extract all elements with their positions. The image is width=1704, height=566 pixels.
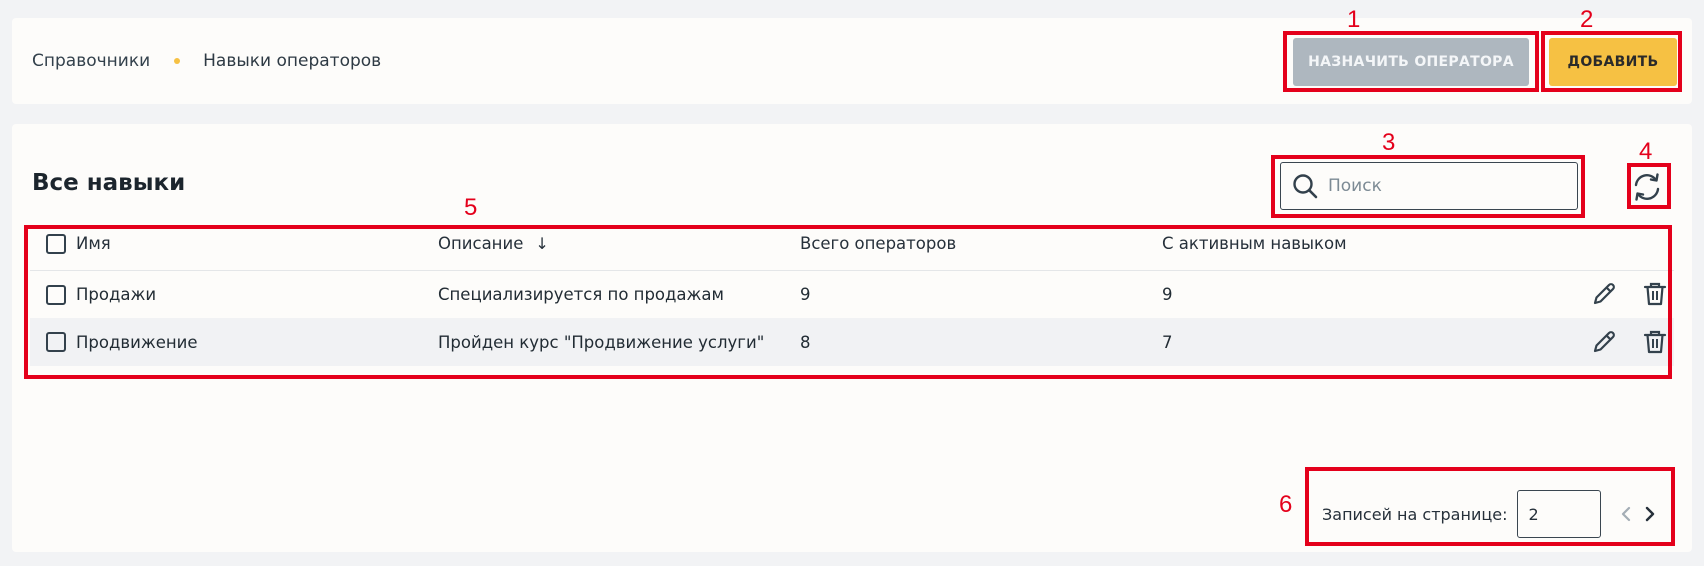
page-title: Все навыки: [32, 170, 186, 196]
cell-description: Специализируется по продажам: [438, 284, 724, 304]
header-card: Справочники Навыки операторов НАЗНАЧИТЬ …: [12, 18, 1692, 104]
add-button[interactable]: ДОБАВИТЬ: [1549, 38, 1677, 86]
cell-name: Продажи: [76, 284, 157, 304]
breadcrumb: Справочники Навыки операторов: [32, 18, 381, 104]
page-size-label: Записей на странице:: [1322, 504, 1508, 524]
column-header-active-skill[interactable]: С активным навыком: [1162, 218, 1524, 270]
cell-total-operators: 8: [800, 332, 811, 352]
column-header-name[interactable]: Имя: [76, 218, 438, 270]
annotation-number-3: 3: [1382, 129, 1396, 156]
delete-trash-icon[interactable]: [1642, 281, 1668, 307]
search-field[interactable]: [1280, 162, 1578, 210]
pagination: Записей на странице: 2: [1322, 488, 1657, 540]
cell-name: Продвижение: [76, 332, 198, 352]
table-row[interactable]: Продажи Специализируется по продажам 9 9: [30, 270, 1674, 318]
page-size-input[interactable]: 2: [1517, 490, 1602, 538]
cell-total-operators: 9: [800, 284, 811, 304]
refresh-icon[interactable]: [1630, 170, 1664, 204]
annotation-number-5: 5: [464, 194, 478, 221]
search-icon: [1293, 174, 1318, 199]
edit-pencil-icon[interactable]: [1591, 329, 1617, 355]
table-row[interactable]: Продвижение Пройден курс "Продвижение ус…: [30, 318, 1674, 366]
delete-trash-icon[interactable]: [1642, 329, 1668, 355]
table-header-row: Имя Описание ↓ Всего операторов С активны…: [30, 218, 1674, 270]
breadcrumb-current: Навыки операторов: [203, 51, 382, 71]
breadcrumb-separator-dot: [174, 58, 181, 64]
cell-description: Пройден курс "Продвижение услуги": [438, 332, 765, 352]
edit-pencil-icon[interactable]: [1591, 281, 1617, 307]
annotation-number-4: 4: [1639, 138, 1653, 165]
column-header-description-label: Описание: [438, 234, 524, 254]
search-input[interactable]: [1328, 176, 1558, 196]
cell-active-skill: 7: [1162, 332, 1173, 352]
cell-active-skill: 9: [1162, 284, 1173, 304]
assign-operator-button[interactable]: НАЗНАЧИТЬ ОПЕРАТОРА: [1293, 38, 1529, 86]
column-header-description[interactable]: Описание ↓: [438, 218, 800, 270]
select-all-checkbox[interactable]: [46, 234, 66, 254]
breadcrumb-root[interactable]: Справочники: [32, 51, 150, 71]
skills-table: Имя Описание ↓ Всего операторов С активны…: [30, 218, 1674, 366]
annotation-number-1: 1: [1347, 6, 1361, 33]
chevron-left-icon[interactable]: [1619, 505, 1633, 523]
column-header-total-operators[interactable]: Всего операторов: [800, 218, 1162, 270]
row-checkbox[interactable]: [46, 332, 66, 353]
row-checkbox[interactable]: [46, 284, 66, 305]
annotation-number-2: 2: [1580, 6, 1594, 33]
annotation-number-6: 6: [1279, 491, 1293, 518]
chevron-right-icon[interactable]: [1643, 505, 1657, 523]
sort-down-icon[interactable]: ↓: [535, 234, 548, 253]
skills-card: Все навыки Имя Описание ↓ Всего операторо…: [12, 124, 1692, 552]
